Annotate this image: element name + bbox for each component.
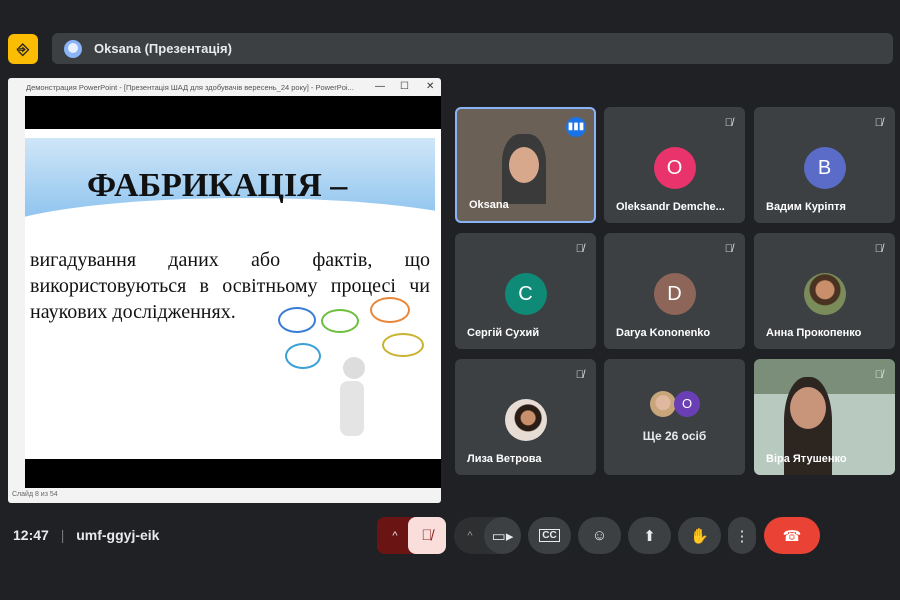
mic-off-icon: 🎙̸ [421, 527, 433, 544]
participant-tile[interactable]: ▮▮▮ Oksana [455, 107, 596, 223]
avatar: B [803, 147, 846, 189]
emoji-icon: ☺ [591, 527, 608, 544]
participant-name: Oleksandr Demche... [616, 201, 725, 213]
avatar: C [504, 273, 547, 315]
participant-name: Oksana [469, 199, 509, 211]
minimize-icon[interactable]: — [375, 81, 385, 92]
more-participants-label: Ще 26 осіб [642, 429, 707, 443]
presenter-bar[interactable]: Oksana (Презентація) [52, 33, 893, 64]
hand-icon: ✋ [690, 527, 709, 545]
reactions-button[interactable]: ☺ [578, 517, 621, 554]
participant-tile[interactable]: 🎙̸ D Darya Kononenko [604, 233, 745, 349]
camera-button[interactable]: ▭▸ [484, 517, 521, 554]
slide-counter: Слайд 8 из 54 [12, 491, 58, 498]
more-options-button[interactable]: ⋮ [728, 517, 756, 554]
speaking-icon: ▮▮▮ [566, 117, 586, 137]
participant-tile[interactable]: 🎙̸ C Сергій Сухий [455, 233, 596, 349]
avatar-photo [650, 391, 676, 417]
thought-bubble [278, 307, 316, 333]
avatar-icon [64, 39, 82, 58]
maximize-icon[interactable]: ☐ [400, 81, 409, 92]
slide-title: ФАБРИКАЦІЯ – [87, 167, 348, 204]
chevron-up-icon: ^ [467, 529, 473, 542]
status-bar: Слайд 8 из 54 [8, 488, 441, 503]
more-participants-tile[interactable]: O Ще 26 осіб [604, 359, 745, 475]
meeting-info: 12:47 | umf-ggyj-eik [13, 527, 160, 543]
participant-name: Віра Ятушенко [766, 453, 847, 465]
mic-toggle-button[interactable]: 🎙̸ [408, 517, 446, 554]
avatar: O [674, 391, 700, 417]
mic-off-icon: 🎙̸ [874, 243, 883, 255]
mic-off-icon: 🎙̸ [874, 369, 883, 381]
avatar-photo [803, 273, 846, 315]
mic-off-icon: 🎙̸ [575, 243, 584, 255]
exit-icon[interactable]: ⎆ [8, 34, 38, 64]
meeting-code: umf-ggyj-eik [76, 527, 160, 543]
thought-bubble [382, 333, 424, 357]
thought-bubble [285, 343, 321, 369]
captions-icon: CC [539, 529, 560, 542]
participant-tile[interactable]: 🎙̸ O Oleksandr Demche... [604, 107, 745, 223]
participant-name: Лиза Ветрова [467, 453, 542, 465]
hang-up-icon: ☎ [782, 527, 802, 545]
clock: 12:47 [13, 527, 49, 543]
participant-name: Darya Kononenko [616, 327, 711, 339]
face [509, 147, 539, 183]
participant-name: Сергій Сухий [467, 327, 540, 339]
thought-bubble [370, 297, 410, 323]
figure-head [343, 357, 365, 379]
slide: ФАБРИКАЦІЯ – вигадування даних або факті… [25, 129, 441, 459]
end-call-button[interactable]: ☎ [764, 517, 820, 554]
mic-off-icon: 🎙̸ [874, 117, 883, 129]
participant-tile[interactable]: 🎙̸ Лиза Ветрова [455, 359, 596, 475]
figure-body [340, 381, 364, 436]
raise-hand-button[interactable]: ✋ [678, 517, 721, 554]
presenter-label: Oksana (Презентація) [94, 41, 232, 56]
mic-off-icon: 🎙̸ [724, 243, 733, 255]
slide-area: ФАБРИКАЦІЯ – вигадування даних або факті… [25, 96, 441, 488]
close-icon[interactable]: ✕ [426, 81, 434, 92]
participant-tile[interactable]: 🎙̸ Віра Ятушенко [754, 359, 895, 475]
mic-off-icon: 🎙̸ [575, 369, 584, 381]
presentation-window: Демонстрация PowerPoint - [Презентація Ш… [8, 78, 441, 503]
avatar: D [653, 273, 696, 315]
captions-button[interactable]: CC [528, 517, 571, 554]
thought-bubble [321, 309, 359, 333]
participant-tile[interactable]: 🎙̸ B Вадим Курiптя [754, 107, 895, 223]
avatar-photo [504, 399, 547, 441]
participant-name: Анна Прокопенко [766, 327, 862, 339]
participant-tile[interactable]: 🎙̸ Анна Прокопенко [754, 233, 895, 349]
participant-name: Вадим Курiптя [766, 201, 846, 213]
face [790, 387, 826, 429]
more-vert-icon: ⋮ [734, 527, 750, 545]
camera-icon: ▭▸ [491, 527, 514, 545]
mic-off-icon: 🎙̸ [724, 117, 733, 129]
avatar: O [653, 147, 696, 189]
chevron-up-icon: ^ [392, 529, 398, 542]
present-button[interactable]: ⬆ [628, 517, 671, 554]
present-screen-icon: ⬆ [643, 527, 656, 545]
